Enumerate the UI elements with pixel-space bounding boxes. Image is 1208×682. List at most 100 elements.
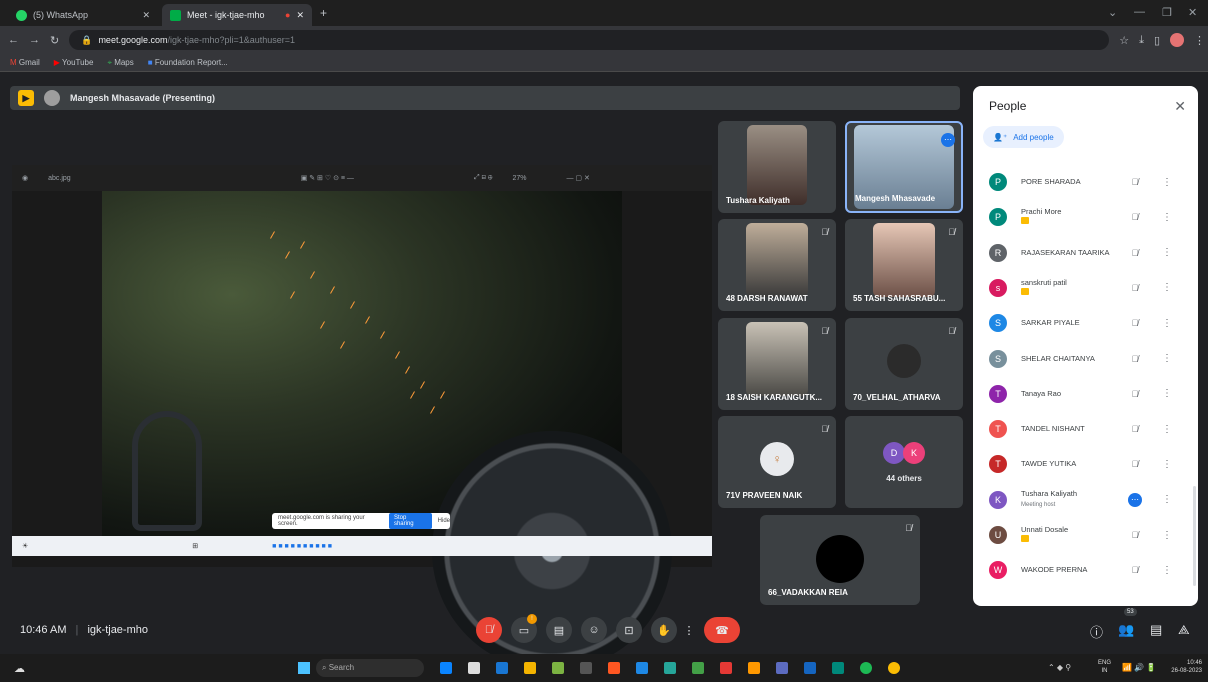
more-options-icon[interactable]: ⋯ [1127, 492, 1143, 507]
app-icon[interactable] [440, 662, 452, 674]
participant-tile[interactable]: Tushara Kaliyath [718, 121, 836, 213]
more-options-icon[interactable]: ⋯ [941, 129, 955, 147]
participant-tile[interactable]: 🎙̸ 66_VADAKKAN REIA [760, 515, 920, 605]
people-icon[interactable]: 👥 [1118, 622, 1134, 638]
back-icon[interactable]: ← [8, 34, 19, 46]
language-indicator[interactable]: ENG IN [1098, 659, 1111, 675]
menu-icon[interactable]: ⋮ [1194, 34, 1205, 47]
word-icon[interactable] [804, 662, 816, 674]
close-icon[interactable]: ✕ [1174, 98, 1186, 115]
excel-icon[interactable] [692, 662, 704, 674]
participant-tile[interactable]: 🎙̸ 48 DARSH RANAWAT [718, 219, 836, 311]
new-tab-button[interactable]: + [320, 6, 327, 20]
bookmark-maps[interactable]: ⌖ Maps [107, 58, 133, 68]
raise-hand-button[interactable]: ✋ [651, 617, 677, 643]
url-input[interactable]: 🔒 meet.google.com /igk-tjae-mho?pli=1&au… [69, 30, 1110, 50]
chrome-icon[interactable] [888, 662, 900, 674]
app-icon[interactable] [720, 662, 732, 674]
tray-icons[interactable]: ⌃ ◆ ⚲ [1048, 663, 1071, 672]
more-vert-icon[interactable]: ⋮ [1159, 530, 1175, 541]
more-vert-icon[interactable]: ⋮ [1159, 494, 1175, 505]
participant-name: 48 DARSH RANAWAT [726, 294, 808, 303]
participant-row[interactable]: W WAKODE PRERNA 🎙̸ ⋮ [989, 553, 1175, 587]
app-icon[interactable] [468, 662, 480, 674]
activities-icon[interactable]: ⟁ [1178, 622, 1190, 638]
network-volume-icons[interactable]: 📶 🔊 🔋 [1122, 663, 1156, 672]
tab-whatsapp[interactable]: (5) WhatsApp ✕ [8, 4, 158, 26]
more-vert-icon[interactable]: ⋮ [1159, 388, 1175, 399]
bookmark-foundation[interactable]: ■ Foundation Report... [148, 58, 228, 67]
tab-search-icon[interactable]: ⌄ [1108, 6, 1117, 19]
participant-row[interactable]: S SARKAR PIYALE 🎙̸ ⋮ [989, 306, 1175, 340]
participant-row[interactable]: s sanskruti patil 🎙̸ ⋮ [989, 271, 1175, 305]
add-people-button[interactable]: 👤⁺ Add people [983, 126, 1064, 148]
participant-tile[interactable]: ♀ 🎙̸ 71V PRAVEEN NAIK [718, 416, 836, 508]
more-vert-icon[interactable]: ⋮ [1159, 353, 1175, 364]
firefox-icon[interactable] [748, 662, 760, 674]
participant-tile[interactable]: 🎙̸ 18 SAISH KARANGUTK... [718, 318, 836, 410]
more-vert-icon[interactable]: ⋮ [1159, 282, 1175, 293]
reload-icon[interactable]: ↻ [50, 34, 59, 47]
forward-icon[interactable]: → [29, 34, 40, 46]
participant-row[interactable]: K Tushara Kaliyath Meeting host ⋯ ⋮ [989, 483, 1175, 517]
folder-icon[interactable] [524, 662, 536, 674]
viewer-filename: abc.jpg [48, 174, 71, 182]
spotify-icon[interactable] [860, 662, 872, 674]
minimize-button[interactable]: — [1134, 6, 1145, 18]
meeting-info: 10:46 AM | igk-tjae-mho [20, 624, 148, 636]
weather-icon[interactable]: ☁ [14, 662, 25, 675]
system-clock[interactable]: 10:46 26-08-2023 [1166, 659, 1202, 675]
close-icon[interactable]: ✕ [142, 10, 150, 21]
app-icon[interactable] [580, 662, 592, 674]
app-icon[interactable] [664, 662, 676, 674]
participant-row[interactable]: T Tanaya Rao 🎙̸ ⋮ [989, 377, 1175, 411]
participant-row[interactable]: T TAWDE YUTIKA 🎙̸ ⋮ [989, 447, 1175, 481]
participant-row[interactable]: U Unnati Dosale 🎙̸ ⋮ [989, 518, 1175, 552]
info-icon[interactable]: ⓘ [1090, 622, 1103, 641]
stop-sharing-button[interactable]: Stop sharing [388, 513, 432, 529]
participant-row[interactable]: P Prachi More 🎙̸ ⋮ [989, 200, 1175, 234]
others-tile[interactable]: D K 44 others [845, 416, 963, 508]
scrollbar[interactable] [1193, 486, 1196, 586]
leave-call-button[interactable]: ☎ [704, 617, 740, 643]
more-vert-icon[interactable]: ⋮ [1159, 212, 1175, 223]
present-button[interactable]: ⊡ [616, 617, 642, 643]
window-close-button[interactable]: ✕ [1188, 6, 1197, 19]
app-icon[interactable] [776, 662, 788, 674]
captions-button[interactable]: ▤ [546, 617, 572, 643]
participant-tile[interactable]: 🎙̸ 55 TASH SAHASRABU... [845, 219, 963, 311]
close-icon[interactable]: ✕ [296, 10, 304, 21]
taskbar-search[interactable]: ⌕ Search [316, 659, 424, 677]
reactions-button[interactable]: ☺ [581, 617, 607, 643]
participant-row[interactable]: T TANDEL NISHANT 🎙̸ ⋮ [989, 412, 1175, 446]
participant-row[interactable]: R RAJASEKARAN TAARIKA 🎙̸ ⋮ [989, 236, 1175, 270]
more-vert-icon[interactable]: ⋮ [1159, 565, 1175, 576]
chat-icon[interactable]: ▤ [1150, 622, 1162, 638]
app-icon[interactable] [608, 662, 620, 674]
sidebar-icon[interactable]: ▯ [1154, 34, 1160, 47]
start-icon[interactable] [298, 662, 310, 674]
hide-button[interactable]: Hide [438, 518, 450, 524]
bookmark-youtube[interactable]: ▶ YouTube [54, 58, 94, 67]
mic-toggle-button[interactable]: 🎙̸ [476, 617, 502, 643]
app-icon[interactable] [496, 662, 508, 674]
more-vert-icon[interactable]: ⋮ [1159, 424, 1175, 435]
more-options-button[interactable]: ⋮ [676, 617, 702, 643]
app-icon[interactable] [552, 662, 564, 674]
app-icon[interactable] [832, 662, 844, 674]
maximize-button[interactable]: ❐ [1162, 6, 1172, 19]
participant-row[interactable]: P PORE SHARADA 🎙̸ ⋮ [989, 165, 1175, 199]
bookmark-star-icon[interactable]: ☆ [1119, 34, 1129, 47]
participant-tile-active[interactable]: ⋯ Mangesh Mhasavade [845, 121, 963, 213]
profile-avatar[interactable] [1170, 33, 1185, 47]
more-vert-icon[interactable]: ⋮ [1159, 177, 1175, 188]
download-icon[interactable]: ⤓ [1139, 34, 1144, 47]
participant-row[interactable]: S SHELAR CHAITANYA 🎙̸ ⋮ [989, 342, 1175, 376]
bookmark-gmail[interactable]: M Gmail [10, 58, 40, 67]
more-vert-icon[interactable]: ⋮ [1159, 247, 1175, 258]
app-icon[interactable] [636, 662, 648, 674]
more-vert-icon[interactable]: ⋮ [1159, 459, 1175, 470]
participant-tile[interactable]: 🎙̸ 70_VELHAL_ATHARVA [845, 318, 963, 410]
tab-meet[interactable]: Meet - igk-tjae-mho ● ✕ [162, 4, 312, 26]
more-vert-icon[interactable]: ⋮ [1159, 318, 1175, 329]
